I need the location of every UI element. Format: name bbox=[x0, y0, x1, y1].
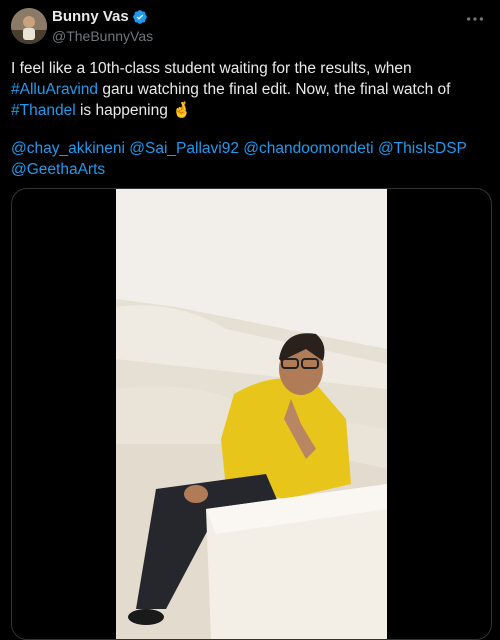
hashtag-link[interactable]: #AlluAravind bbox=[11, 81, 98, 98]
mentions: @chay_akkineni @Sai_Pallavi92 @chandoomo… bbox=[11, 138, 493, 180]
tweet-text-part: I feel like a 10th-class student waiting… bbox=[11, 60, 412, 77]
video-player[interactable] bbox=[116, 189, 387, 639]
mention-link[interactable]: @chandoomondeti bbox=[243, 140, 373, 157]
media-container[interactable] bbox=[11, 188, 492, 640]
avatar[interactable] bbox=[11, 8, 47, 44]
fingers-crossed-emoji: 🤞 bbox=[172, 102, 192, 119]
mention-link[interactable]: @GeethaArts bbox=[11, 161, 105, 178]
verified-badge-icon bbox=[132, 9, 147, 24]
profile-avatar-image bbox=[11, 8, 47, 44]
mention-link[interactable]: @Sai_Pallavi92 bbox=[129, 140, 239, 157]
mention-link[interactable]: @chay_akkineni bbox=[11, 140, 125, 157]
author-handle[interactable]: @TheBunnyVas bbox=[52, 28, 153, 44]
hashtag-link[interactable]: #Thandel bbox=[11, 102, 76, 119]
tweet-text-part: is happening bbox=[75, 102, 173, 119]
tweet-text-part: garu watching the final edit. Now, the f… bbox=[98, 81, 451, 98]
tweet-text: I feel like a 10th-class student waiting… bbox=[11, 58, 493, 121]
mention-link[interactable]: @ThisIsDSP bbox=[378, 140, 467, 157]
more-horizontal-icon[interactable] bbox=[464, 8, 486, 30]
author-display-name[interactable]: Bunny Vas bbox=[52, 8, 129, 25]
